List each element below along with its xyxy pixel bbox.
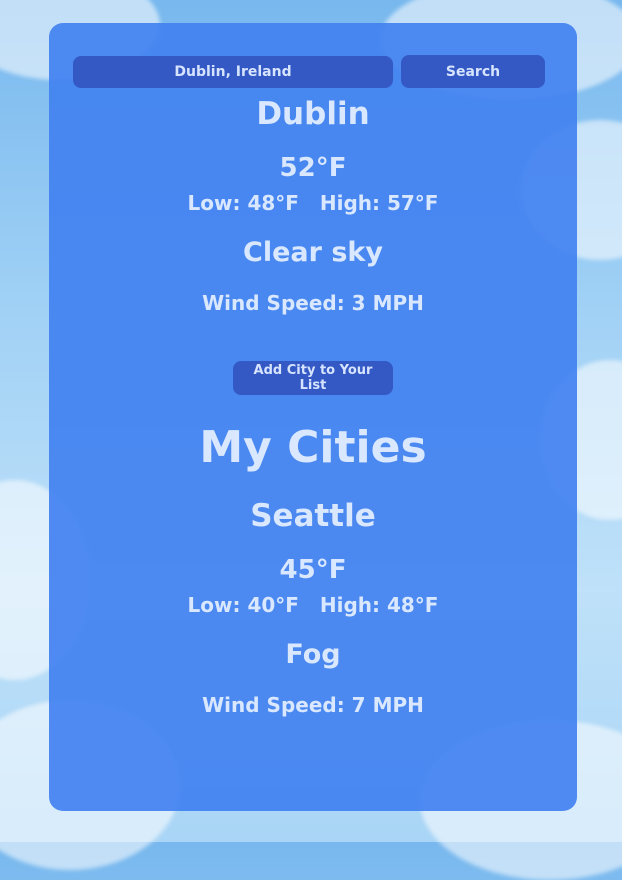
my-cities-title: My Cities: [199, 422, 427, 473]
temperature: 45°F: [279, 555, 347, 585]
search-bar: Search: [73, 55, 545, 88]
city-name: Seattle: [250, 498, 376, 534]
search-input[interactable]: [73, 56, 393, 88]
low-high-temperature: Low: 48°F High: 57°F: [49, 191, 577, 215]
weather-panel: Search Dublin 52°F Low: 48°F High: 57°F …: [49, 23, 577, 811]
low-temperature: Low: 48°F: [187, 191, 299, 215]
temperature: 52°F: [279, 153, 347, 183]
low-temperature: Low: 40°F: [187, 593, 299, 617]
add-city-button[interactable]: Add City to Your List: [233, 361, 393, 395]
high-temperature: High: 48°F: [319, 593, 439, 617]
high-temperature: High: 57°F: [319, 191, 439, 215]
low-high-temperature: Low: 40°F High: 48°F: [49, 593, 577, 617]
search-button[interactable]: Search: [401, 55, 545, 88]
city-name: Dublin: [256, 96, 370, 132]
wind-speed: Wind Speed: 3 MPH: [202, 291, 424, 315]
weather-condition: Clear sky: [243, 237, 383, 268]
wind-speed: Wind Speed: 7 MPH: [202, 693, 424, 717]
weather-condition: Fog: [285, 639, 341, 670]
